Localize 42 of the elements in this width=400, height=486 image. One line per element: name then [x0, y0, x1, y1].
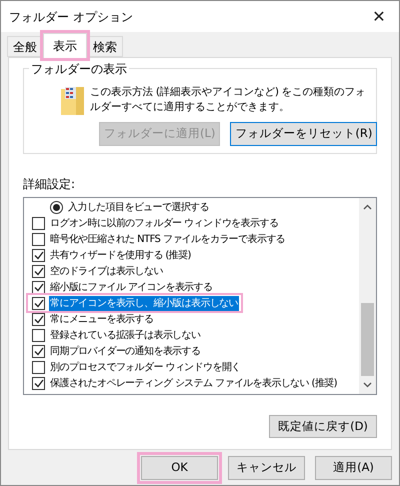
dialog-button[interactable]: キャンセル [228, 456, 305, 480]
setting-option[interactable]: 保護されたオペレーティング システム ファイルを表示しない (推奨) [49, 376, 338, 390]
scrollbar[interactable] [359, 198, 376, 394]
close-button[interactable]: ✕ [359, 1, 399, 32]
tab[interactable]: 検索 [87, 36, 123, 57]
setting-option[interactable]: 縮小版にファイル アイコンを表示する [49, 280, 214, 294]
setting-option[interactable]: 共有ウィザードを使用する (推奨) [49, 248, 192, 262]
setting-option[interactable]: ログオン時に以前のフォルダー ウィンドウを表示する [49, 216, 280, 230]
checkbox[interactable] [32, 296, 45, 310]
checkbox[interactable] [32, 328, 45, 342]
checkbox[interactable] [32, 376, 45, 390]
checkbox[interactable] [32, 264, 45, 278]
setting-option[interactable]: 常にアイコンを表示し、縮小版は表示しない [49, 296, 240, 310]
setting-option[interactable]: 同期プロバイダーの通知を表示する [49, 344, 202, 358]
folder-view-button[interactable]: フォルダーをリセット(R) [230, 122, 378, 146]
description-text: この表示方法 (詳細表示やアイコンなど) をこの種類のフォルダーすべてに適用することができます。 [90, 85, 366, 115]
dialog-button[interactable]: OK [141, 456, 218, 480]
checkbox[interactable] [32, 344, 45, 358]
folder-icon [60, 85, 86, 117]
setting-option[interactable]: 常にメニューを表示する [49, 312, 154, 326]
section-label: 詳細設定: [23, 176, 76, 193]
window-title: フォルダー オプション [9, 8, 133, 26]
scroll-thumb[interactable] [361, 303, 374, 376]
restore-defaults-button[interactable]: 既定値に戻す(D) [269, 415, 377, 438]
setting-option[interactable]: 入力した項目をビューで選択する [67, 200, 210, 214]
scroll-down-icon[interactable] [363, 382, 372, 388]
setting-option[interactable]: 別のプロセスでフォルダー ウィンドウを開く [49, 360, 242, 374]
setting-option[interactable]: 暗号化や圧縮された NTFS ファイルをカラーで表示する [49, 232, 286, 246]
checkbox[interactable] [32, 360, 45, 374]
scroll-up-icon[interactable] [363, 204, 372, 210]
setting-option[interactable]: 登録されている拡張子は表示しない [49, 328, 202, 342]
setting-option[interactable]: 空のドライブは表示しない [49, 264, 164, 278]
tab[interactable]: 全般 [7, 36, 43, 57]
dialog-button[interactable]: 適用(A) [315, 456, 392, 480]
checkbox[interactable] [32, 312, 45, 326]
checkbox[interactable] [32, 232, 45, 246]
tab[interactable]: 表示 [43, 33, 87, 58]
checkbox[interactable] [32, 248, 45, 262]
group-title: フォルダーの表示 [29, 60, 129, 78]
checkbox[interactable] [32, 280, 45, 294]
checkbox[interactable] [32, 216, 45, 230]
radio-button[interactable] [50, 200, 63, 214]
